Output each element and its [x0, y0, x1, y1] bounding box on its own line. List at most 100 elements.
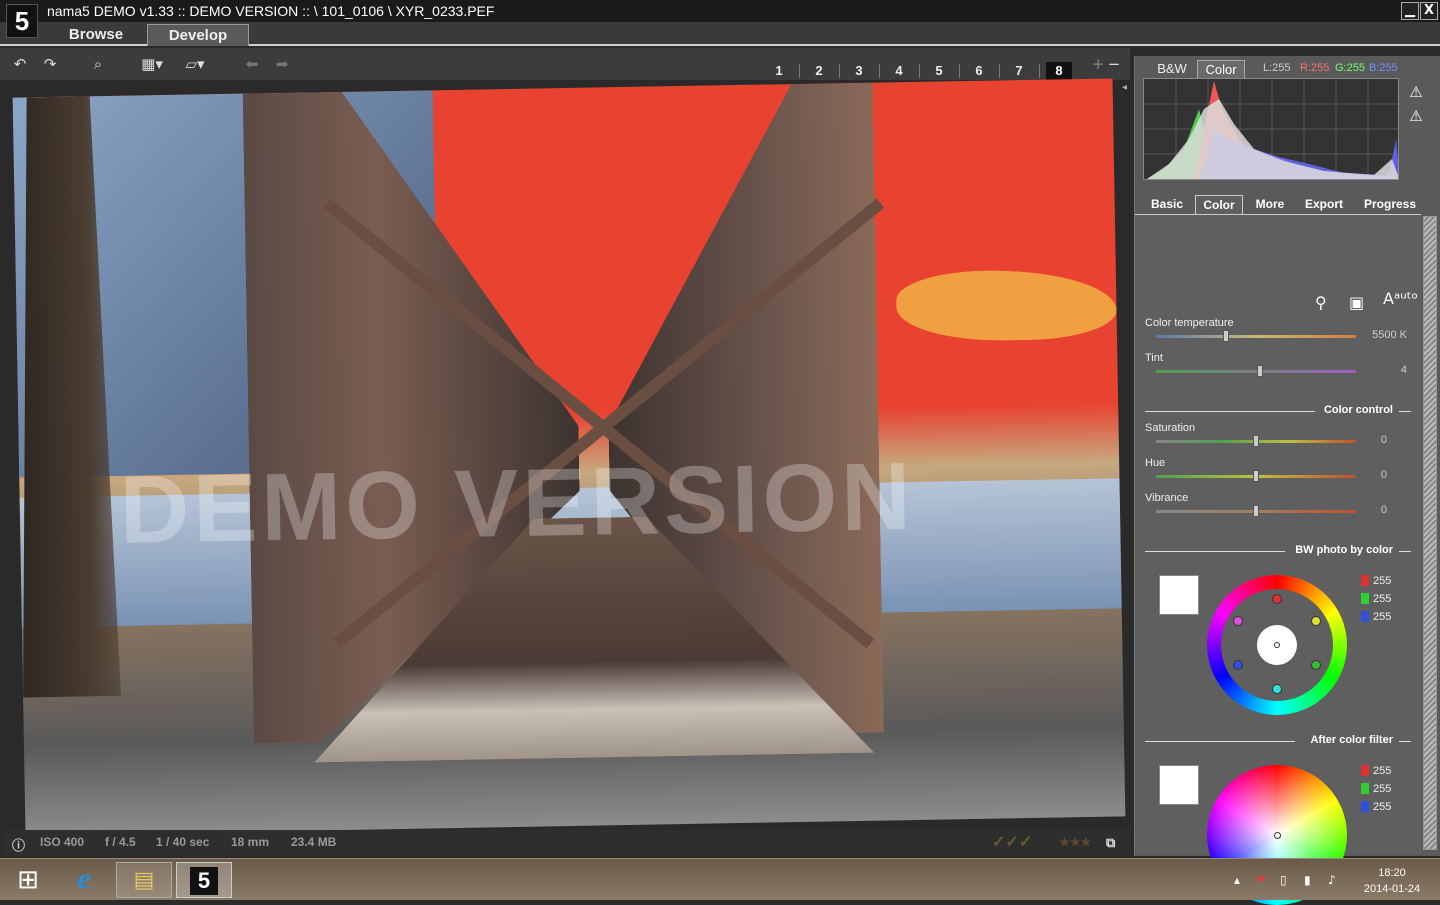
bw-wheel-yellow-point[interactable]: [1311, 616, 1321, 626]
vibrance-knob[interactable]: [1253, 505, 1259, 517]
tint-slider[interactable]: [1156, 365, 1356, 377]
undo-icon[interactable]: ⬅: [242, 54, 262, 74]
crop-angle-icon[interactable]: ▱▾: [180, 54, 210, 74]
internet-explorer-icon[interactable]: e: [56, 862, 112, 898]
bw-wheel-magenta-point[interactable]: [1233, 616, 1243, 626]
histogram: [1143, 78, 1399, 180]
tint-knob[interactable]: [1257, 365, 1263, 377]
nama5-taskbar-button[interactable]: 5: [176, 862, 232, 898]
copy-icon[interactable]: ⧉: [1106, 835, 1115, 851]
tab-export[interactable]: Export: [1298, 195, 1350, 214]
tab-basic[interactable]: Basic: [1141, 195, 1193, 214]
view-slot-7[interactable]: 7: [1006, 62, 1032, 80]
start-button[interactable]: ⊞: [0, 862, 56, 898]
panel-scrollbar[interactable]: [1423, 216, 1437, 850]
aperture-value: f / 4.5: [105, 835, 136, 849]
clock[interactable]: 18:20 2014-01-24: [1362, 867, 1422, 895]
check-marks-icon[interactable]: ✓✓✓: [992, 832, 1032, 852]
tab-develop[interactable]: Develop: [147, 24, 249, 46]
highlight-clip-warning-icon[interactable]: ⚠: [1407, 107, 1425, 125]
filter-blue-value: 255: [1361, 801, 1391, 813]
bw-color-wheel[interactable]: [1207, 575, 1347, 715]
info-icon[interactable]: ⓘ: [12, 835, 25, 854]
tab-progress[interactable]: Progress: [1355, 195, 1425, 214]
photo-region-cloud: [895, 268, 1118, 343]
rating-stars[interactable]: ★★★: [1059, 835, 1091, 849]
shadow-clip-warning-icon[interactable]: ⚠: [1407, 83, 1425, 101]
focal-value: 18 mm: [231, 835, 270, 849]
bw-green-value: 255: [1361, 593, 1391, 605]
bw-color-swatch[interactable]: [1159, 575, 1199, 615]
view-slot-6[interactable]: 6: [966, 62, 992, 80]
toolbar: ↶ ↷ ⌕ ▦▾ ▱▾ ⬅ ➡ 12345678 + −: [0, 48, 1130, 80]
vibrance-slider[interactable]: [1156, 505, 1356, 517]
zoom-icon[interactable]: ⌕: [88, 54, 108, 74]
view-slot-separator: [839, 64, 840, 78]
tab-more[interactable]: More: [1246, 195, 1294, 214]
redo-icon[interactable]: ➡: [272, 54, 292, 74]
view-slot-3[interactable]: 3: [846, 62, 872, 80]
shutter-value: 1 / 40 sec: [156, 835, 210, 849]
vibrance-label: Vibrance: [1145, 492, 1189, 504]
main-tabs: Browse Develop: [0, 22, 1440, 46]
tab-color-histogram[interactable]: Color: [1197, 60, 1245, 78]
bw-wheel-center[interactable]: [1274, 642, 1280, 648]
network-icon[interactable]: ▮: [1304, 873, 1311, 887]
auto-icon[interactable]: Aᵃᵘᵗᵒ: [1383, 289, 1418, 308]
filesize-value: 23.4 MB: [291, 835, 337, 849]
view-slot-separator: [799, 64, 800, 78]
device-icon[interactable]: ▯: [1280, 873, 1287, 887]
histogram-g-readout: G:255: [1335, 62, 1365, 74]
hue-knob[interactable]: [1253, 470, 1259, 482]
temperature-label: Color temperature: [1145, 317, 1234, 329]
remove-view-button[interactable]: −: [1104, 54, 1124, 74]
view-slot-1[interactable]: 1: [766, 62, 792, 80]
file-explorer-icon[interactable]: ▤: [116, 862, 172, 898]
close-button[interactable]: X: [1420, 2, 1438, 20]
iso-value: ISO 400: [40, 835, 85, 849]
grid-icon[interactable]: ▦▾: [138, 54, 166, 74]
photo-image[interactable]: DEMO VERSION: [12, 78, 1126, 836]
bw-wheel-green-point[interactable]: [1311, 660, 1321, 670]
bw-wheel-cyan-point[interactable]: [1272, 684, 1282, 694]
saturation-slider[interactable]: [1156, 435, 1356, 447]
color-control-section: Color control: [1145, 404, 1411, 418]
filter-wheel-center[interactable]: [1274, 832, 1281, 839]
color-control-title: Color control: [1323, 404, 1393, 416]
view-slot-5[interactable]: 5: [926, 62, 952, 80]
bw-photo-title: BW photo by color: [1295, 544, 1393, 556]
tab-bw-histogram[interactable]: B&W: [1153, 60, 1191, 78]
view-slot-2[interactable]: 2: [806, 62, 832, 80]
view-slot-separator: [879, 64, 880, 78]
camera-icon[interactable]: ▣: [1349, 293, 1364, 312]
tint-label: Tint: [1145, 352, 1163, 364]
hue-label: Hue: [1145, 457, 1166, 469]
view-slot-8[interactable]: 8: [1046, 62, 1072, 80]
tab-browse[interactable]: Browse: [48, 24, 144, 46]
filter-color-swatch[interactable]: [1159, 765, 1199, 805]
rotate-left-icon[interactable]: ↶: [10, 54, 30, 74]
viewer-corner-icon[interactable]: ◂: [1122, 82, 1127, 93]
demo-watermark: DEMO VERSION: [118, 442, 916, 564]
action-center-icon[interactable]: ⚑: [1256, 873, 1267, 887]
rotate-right-icon[interactable]: ↷: [40, 54, 60, 74]
temperature-knob[interactable]: [1223, 330, 1229, 342]
app-logo: 5: [6, 4, 38, 38]
minimize-button[interactable]: ▁: [1401, 2, 1419, 20]
eyedropper-icon[interactable]: ⚲: [1315, 293, 1327, 312]
bw-wheel-red-point[interactable]: [1272, 594, 1282, 604]
tray-expand-icon[interactable]: ▴: [1234, 873, 1240, 887]
volume-icon[interactable]: ♪: [1328, 873, 1336, 887]
bw-wheel-blue-point[interactable]: [1233, 660, 1243, 670]
temperature-slider[interactable]: [1156, 330, 1356, 342]
view-slot-separator: [1039, 64, 1040, 78]
view-slot-separator: [999, 64, 1000, 78]
bw-photo-section: BW photo by color: [1145, 544, 1411, 558]
photo-viewer[interactable]: DEMO VERSION ◂: [4, 78, 1130, 836]
tab-color[interactable]: Color: [1195, 195, 1243, 214]
saturation-knob[interactable]: [1253, 435, 1259, 447]
right-panel: B&W Color L:255 R:255 G:255 B:255 ⚠ ⚠ Ba…: [1134, 56, 1440, 905]
view-slot-4[interactable]: 4: [886, 62, 912, 80]
panel-tabs: Basic Color More Export Progress: [1135, 194, 1440, 214]
hue-slider[interactable]: [1156, 470, 1356, 482]
